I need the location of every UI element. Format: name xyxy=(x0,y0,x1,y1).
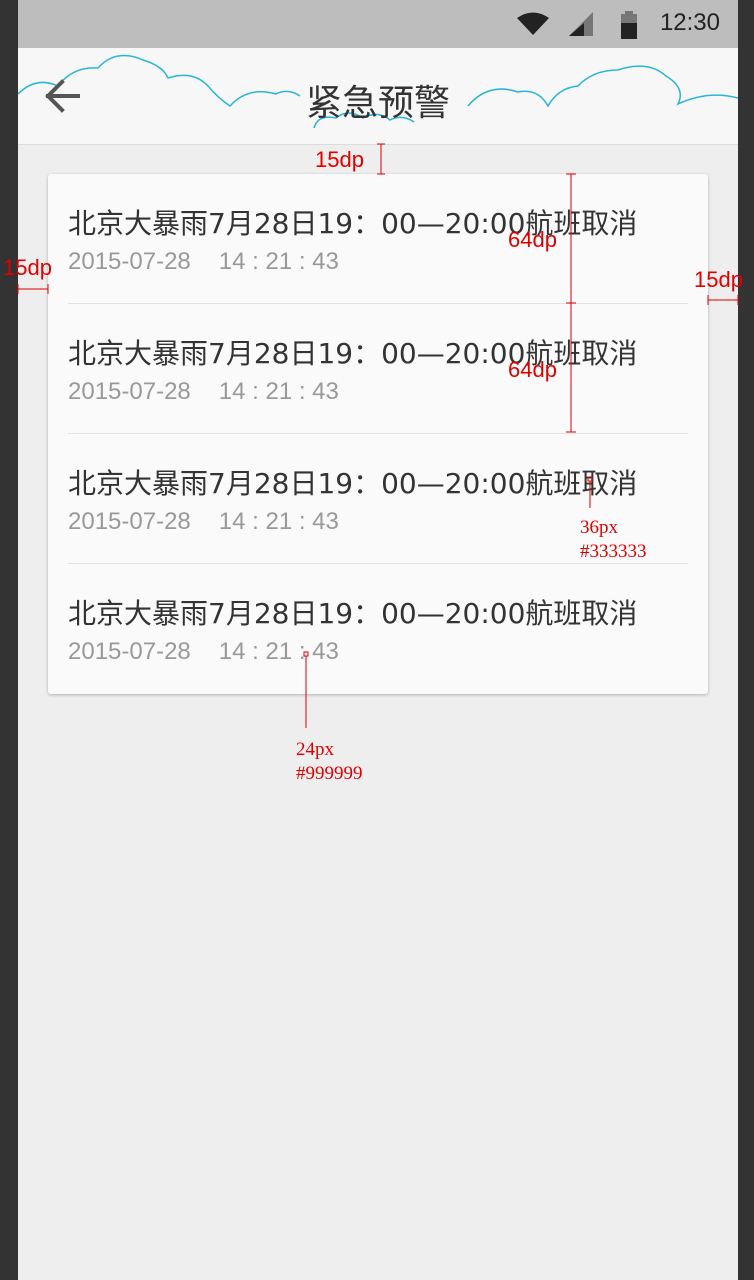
alert-timestamp: 2015-07-28 14 : 21 : 43 xyxy=(68,638,339,666)
alert-date: 2015-07-28 xyxy=(68,378,191,405)
alert-headline: 北京大暴雨7月28日19：00—20:00航班取消 xyxy=(68,467,638,500)
alert-time: 14 : 21 : 43 xyxy=(218,508,339,535)
spec-headline-color: #333333 xyxy=(580,541,647,562)
alert-date: 2015-07-28 xyxy=(68,508,191,535)
cellular-signal-icon xyxy=(569,12,593,36)
spec-top-margin: 15dp xyxy=(315,147,364,172)
alert-timestamp: 2015-07-28 14 : 21 : 43 xyxy=(68,378,339,406)
spec-headline-size: 36px xyxy=(580,517,618,538)
alert-time: 14 : 21 : 43 xyxy=(218,248,339,275)
page-title: 紧急预警 xyxy=(305,83,450,124)
app-bar: 紧急预警 xyxy=(18,48,738,145)
alert-date: 2015-07-28 xyxy=(68,248,191,275)
phone-screen: 12:30 紧急预警 北京大暴雨7月28日19：00—20:00航班取消 201… xyxy=(18,0,738,1280)
status-time: 12:30 xyxy=(659,9,720,36)
alert-headline: 北京大暴雨7月28日19：00—20:00航班取消 xyxy=(68,597,638,630)
alert-item[interactable]: 北京大暴雨7月28日19：00—20:00航班取消 2015-07-28 14 :… xyxy=(48,304,708,434)
alert-list-card: 北京大暴雨7月28日19：00—20:00航班取消 2015-07-28 14 :… xyxy=(48,174,708,694)
alert-time: 14 : 21 : 43 xyxy=(218,638,339,665)
alert-item[interactable]: 北京大暴雨7月28日19：00—20:00航班取消 2015-07-28 14 :… xyxy=(48,564,708,694)
wifi-icon xyxy=(517,12,549,35)
status-bar: 12:30 xyxy=(18,0,738,48)
alert-time: 14 : 21 : 43 xyxy=(218,378,339,405)
spec-left-margin: 15dp xyxy=(3,255,52,280)
alert-item[interactable]: 北京大暴雨7月28日19：00—20:00航班取消 2015-07-28 14 :… xyxy=(48,174,708,304)
alert-timestamp: 2015-07-28 14 : 21 : 43 xyxy=(68,508,339,536)
spec-right-margin: 15dp xyxy=(694,267,743,292)
alert-date: 2015-07-28 xyxy=(68,638,191,665)
spec-row-height-2: 64dp xyxy=(508,357,557,382)
alert-timestamp: 2015-07-28 14 : 21 : 43 xyxy=(68,248,339,276)
battery-icon xyxy=(621,11,637,39)
spec-stamp-size: 24px xyxy=(296,739,334,760)
spec-stamp-color: #999999 xyxy=(296,763,363,784)
spec-row-height-1: 64dp xyxy=(508,227,557,252)
